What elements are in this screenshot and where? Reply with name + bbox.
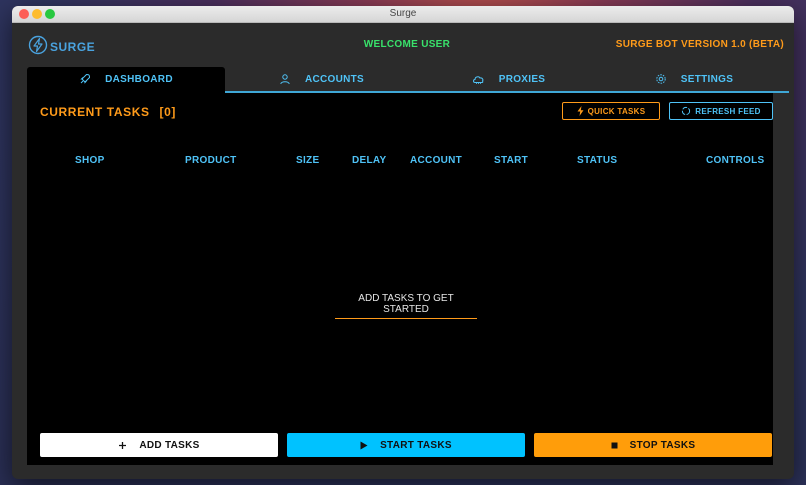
window-title: Surge	[389, 8, 417, 19]
task-count: [0]	[159, 105, 176, 119]
start-tasks-button[interactable]: START TASKS	[287, 433, 525, 457]
lightning-logo-icon	[28, 35, 48, 60]
user-icon	[279, 73, 291, 85]
tab-accounts-label: ACCOUNTS	[304, 73, 365, 85]
stop-tasks-button[interactable]: STOP TASKS	[534, 433, 772, 457]
stop-icon	[611, 442, 618, 449]
current-tasks-heading: CURRENT TASKS [0]	[40, 105, 176, 119]
rocket-icon	[79, 73, 91, 85]
column-header-shop: SHOP	[75, 155, 105, 166]
title-bar: Surge	[12, 6, 794, 23]
column-header-product: PRODUCT	[185, 155, 237, 166]
play-icon	[360, 441, 368, 450]
version-label: SURGE BOT VERSION 1.0 (BETA)	[615, 39, 784, 50]
logo: SURGE	[28, 35, 96, 60]
tab-accounts[interactable]: ACCOUNTS	[225, 67, 418, 93]
cloud-icon	[472, 73, 485, 85]
column-header-size: SIZE	[296, 155, 320, 166]
tab-proxies-label: PROXIES	[498, 73, 546, 85]
stop-tasks-label: STOP TASKS	[629, 439, 696, 451]
refresh-icon	[681, 106, 691, 116]
welcome-message: WELCOME USER	[363, 39, 451, 50]
tab-dashboard-label: DASHBOARD	[105, 73, 173, 85]
app-window: Surge SURGE WELCOME USER SURGE BOT VERSI…	[12, 6, 794, 479]
current-tasks-title: CURRENT TASKS	[40, 105, 150, 119]
refresh-feed-label: REFRESH FEED	[695, 106, 761, 116]
column-header-start: START	[494, 155, 529, 166]
gear-icon	[655, 73, 667, 85]
tab-dashboard[interactable]: DASHBOARD	[27, 67, 225, 93]
column-header-status: STATUS	[577, 155, 618, 166]
refresh-feed-button[interactable]: REFRESH FEED	[669, 102, 773, 120]
dashboard-panel: CURRENT TASKS [0] QUICK TASKS REFRESH FE…	[27, 93, 773, 465]
start-tasks-label: START TASKS	[380, 439, 452, 451]
logo-text: SURGE	[50, 40, 96, 54]
tab-settings[interactable]: SETTINGS	[599, 67, 789, 93]
column-header-delay: DELAY	[352, 155, 387, 166]
column-header-account: ACCOUNT	[410, 155, 463, 166]
add-tasks-button[interactable]: ADD TASKS	[40, 433, 278, 457]
quick-tasks-label: QUICK TASKS	[587, 106, 646, 116]
add-tasks-label: ADD TASKS	[139, 439, 200, 451]
app-header: SURGE WELCOME USER SURGE BOT VERSION 1.0…	[12, 23, 794, 69]
plus-icon	[118, 441, 127, 450]
tab-proxies[interactable]: PROXIES	[418, 67, 599, 93]
column-header-controls: CONTROLS	[706, 155, 765, 166]
quick-tasks-button[interactable]: QUICK TASKS	[562, 102, 660, 120]
lightning-icon	[577, 106, 584, 116]
tab-settings-label: SETTINGS	[680, 73, 734, 85]
tab-bar: DASHBOARD ACCOUNTS PROXIES SETTINGS	[27, 67, 789, 93]
empty-tasks-message: ADD TASKS TO GET STARTED	[335, 293, 477, 319]
